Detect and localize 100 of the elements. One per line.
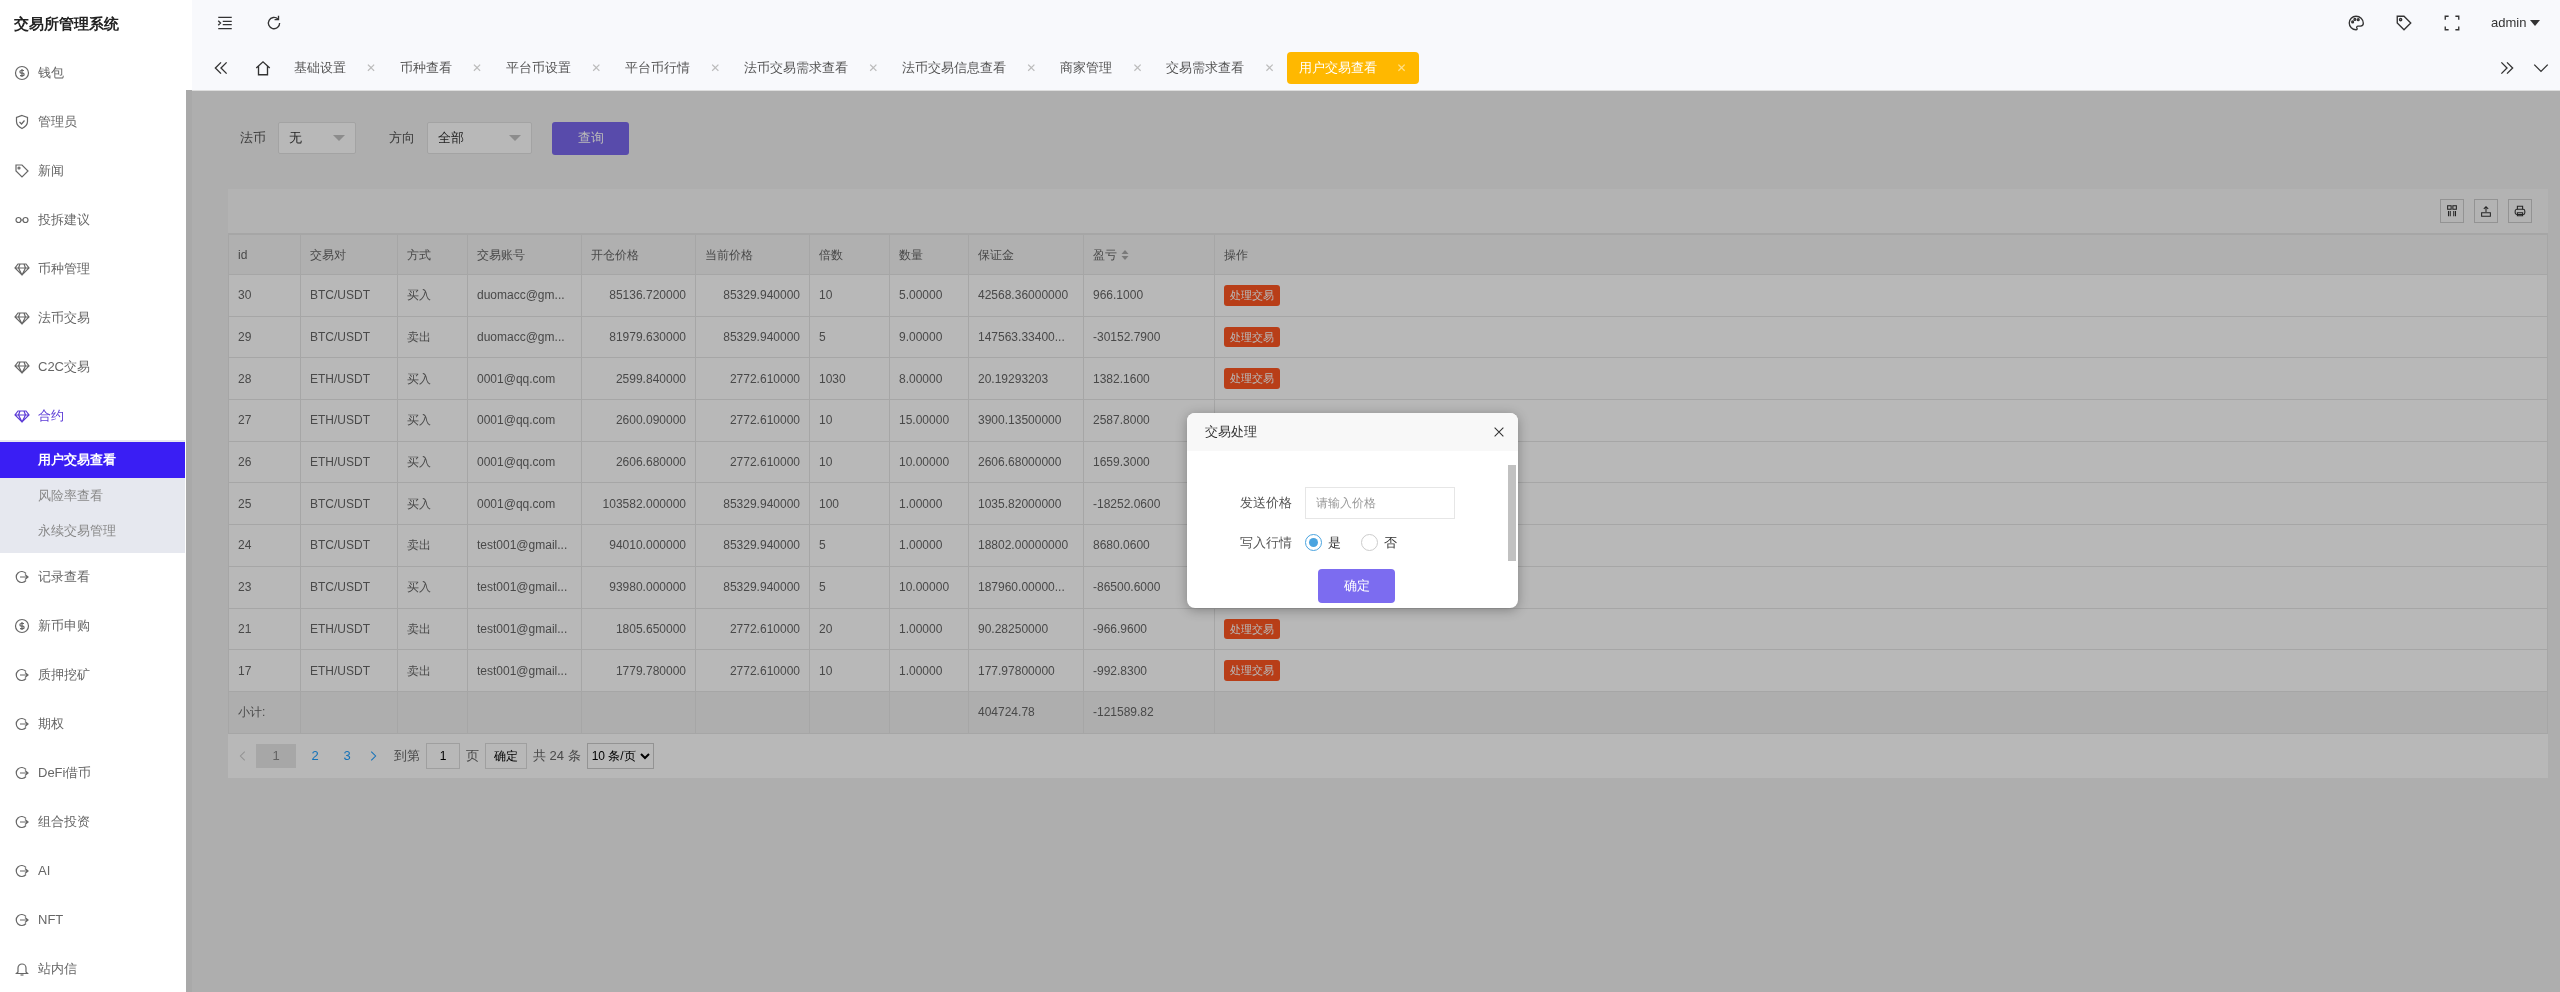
home-icon[interactable]: [254, 58, 272, 77]
user-menu[interactable]: admin: [2490, 12, 2540, 33]
column-header: 操作: [1224, 247, 1248, 262]
page-tab[interactable]: 法币交易信息查看 ✕: [890, 51, 1049, 84]
table-cell: ETH/USDT: [310, 455, 370, 470]
table-cell: 1.00000: [899, 538, 943, 553]
column-header[interactable]: 盈亏: [1093, 247, 1117, 262]
sidebar-item[interactable]: 期权: [0, 699, 185, 749]
sidebar-item[interactable]: 合约: [0, 391, 185, 440]
column-header: 保证金: [978, 247, 1014, 262]
total-count: 共 24 条: [533, 747, 581, 766]
table-cell: ETH/USDT: [310, 371, 370, 386]
page-input[interactable]: 1: [426, 742, 460, 769]
diamond-icon: [14, 309, 30, 326]
refresh-icon[interactable]: [265, 13, 283, 32]
sidebar-item[interactable]: 新闻: [0, 146, 185, 195]
page-tab[interactable]: 法币交易需求查看 ✕: [732, 51, 891, 84]
table-cell: 2772.610000: [729, 371, 800, 386]
exit-icon: [14, 765, 30, 781]
scrollbar[interactable]: [186, 90, 192, 992]
exit-icon: [14, 667, 30, 683]
table-cell: BTC/USDT: [310, 496, 370, 511]
table-cell: 1.00000: [899, 496, 943, 511]
table-cell: 2606.68000000: [978, 455, 1062, 470]
palette-icon[interactable]: [2346, 13, 2365, 32]
page-tab[interactable]: 交易需求查看 ✕: [1154, 51, 1287, 84]
table-cell: 85329.940000: [723, 330, 800, 345]
table-cell: 2587.8000: [1093, 413, 1150, 428]
table-cell: 24: [238, 538, 252, 553]
search-button[interactable]: 查询: [552, 121, 629, 155]
submenu-item[interactable]: 用户交易查看: [0, 442, 185, 478]
page-tab[interactable]: 基础设置 ✕: [282, 51, 389, 84]
table-cell: 买入: [407, 580, 431, 595]
filter-select[interactable]: 全部: [427, 122, 532, 154]
page-tab[interactable]: 商家管理 ✕: [1048, 51, 1155, 84]
table-cell: 5.00000: [899, 288, 943, 303]
table-cell: 103582.000000: [602, 496, 686, 511]
sidebar-item[interactable]: 管理员: [0, 97, 185, 146]
page-size-select[interactable]: 10 条/页: [586, 742, 654, 769]
table-cell: 5: [819, 330, 826, 345]
table-cell: 1779.780000: [615, 663, 686, 678]
bell-icon: [14, 961, 30, 977]
sidebar-item[interactable]: 法币交易: [0, 293, 185, 342]
diamond-icon: [14, 358, 30, 375]
table-cell: 10: [819, 455, 833, 470]
table-cell: 2772.610000: [729, 413, 800, 428]
table-cell: ETH/USDT: [310, 663, 370, 678]
table-cell: 1.00000: [899, 621, 943, 636]
exit-icon: [14, 863, 30, 879]
price-input[interactable]: 请输入价格: [1305, 487, 1455, 519]
filter-select[interactable]: 无: [278, 122, 356, 154]
columns-icon[interactable]: [2440, 199, 2464, 223]
sidebar-item[interactable]: 组合投资: [0, 797, 185, 847]
sidebar-item[interactable]: C2C交易: [0, 342, 185, 391]
sidebar-item[interactable]: 记录查看: [0, 552, 185, 602]
table-cell: 1382.1600: [1093, 371, 1150, 386]
table-cell: 17: [238, 663, 252, 678]
diamond-icon: [14, 407, 30, 424]
table-cell: 187960.00000...: [978, 580, 1065, 595]
table-cell: -121589.82: [1093, 705, 1154, 720]
form-label: 写入行情: [1239, 534, 1293, 552]
go-button[interactable]: 确定: [485, 742, 527, 769]
sidebar-item[interactable]: 站内信: [0, 944, 185, 992]
sidebar-item[interactable]: 钱包: [0, 48, 185, 97]
column-header: 开仓价格: [591, 247, 639, 262]
column-header: 交易账号: [477, 247, 525, 262]
table-cell: 10.00000: [899, 580, 950, 595]
tag-icon[interactable]: [2394, 13, 2413, 32]
table-cell: 42568.36000000: [978, 288, 1069, 303]
export-icon[interactable]: [2474, 199, 2498, 223]
table-cell: test001@gmail...: [477, 663, 568, 678]
dollar-circle-icon: [14, 64, 30, 81]
sidebar-item[interactable]: 新币申购: [0, 601, 185, 651]
page-tab[interactable]: 币种查看 ✕: [388, 51, 495, 84]
table-cell: 966.1000: [1093, 288, 1144, 303]
table-cell: 卖出: [407, 538, 431, 553]
sidebar-item[interactable]: 质押挖矿: [0, 650, 185, 700]
table-cell: test001@gmail...: [477, 621, 568, 636]
print-icon[interactable]: [2508, 199, 2532, 223]
page-tab[interactable]: 平台币行情 ✕: [613, 51, 733, 84]
table-cell: 23: [238, 580, 252, 595]
sidebar-item[interactable]: NFT: [0, 895, 185, 945]
page-tab[interactable]: 平台币设置 ✕: [494, 51, 614, 84]
confirm-button[interactable]: 确定: [1318, 568, 1395, 603]
sidebar-item[interactable]: 投拆建议: [0, 195, 185, 244]
table-cell: -30152.7900: [1093, 330, 1161, 345]
table-cell: 404724.78: [978, 705, 1035, 720]
table-cell: BTC/USDT: [310, 330, 370, 345]
scrollbar[interactable]: [1508, 465, 1516, 561]
close-icon[interactable]: [1492, 425, 1506, 439]
table-cell: 85136.720000: [609, 288, 686, 303]
sidebar-item[interactable]: DeFi借币: [0, 748, 185, 798]
sidebar-item[interactable]: AI: [0, 846, 185, 896]
exit-icon: [14, 716, 30, 732]
sidebar-item[interactable]: 币种管理: [0, 244, 185, 293]
fullscreen-icon[interactable]: [2442, 13, 2461, 32]
table-cell: 2772.610000: [729, 663, 800, 678]
table-cell: 18802.00000000: [978, 538, 1069, 553]
table-cell: -992.8300: [1093, 663, 1148, 678]
table-cell: 8680.0600: [1093, 538, 1150, 553]
